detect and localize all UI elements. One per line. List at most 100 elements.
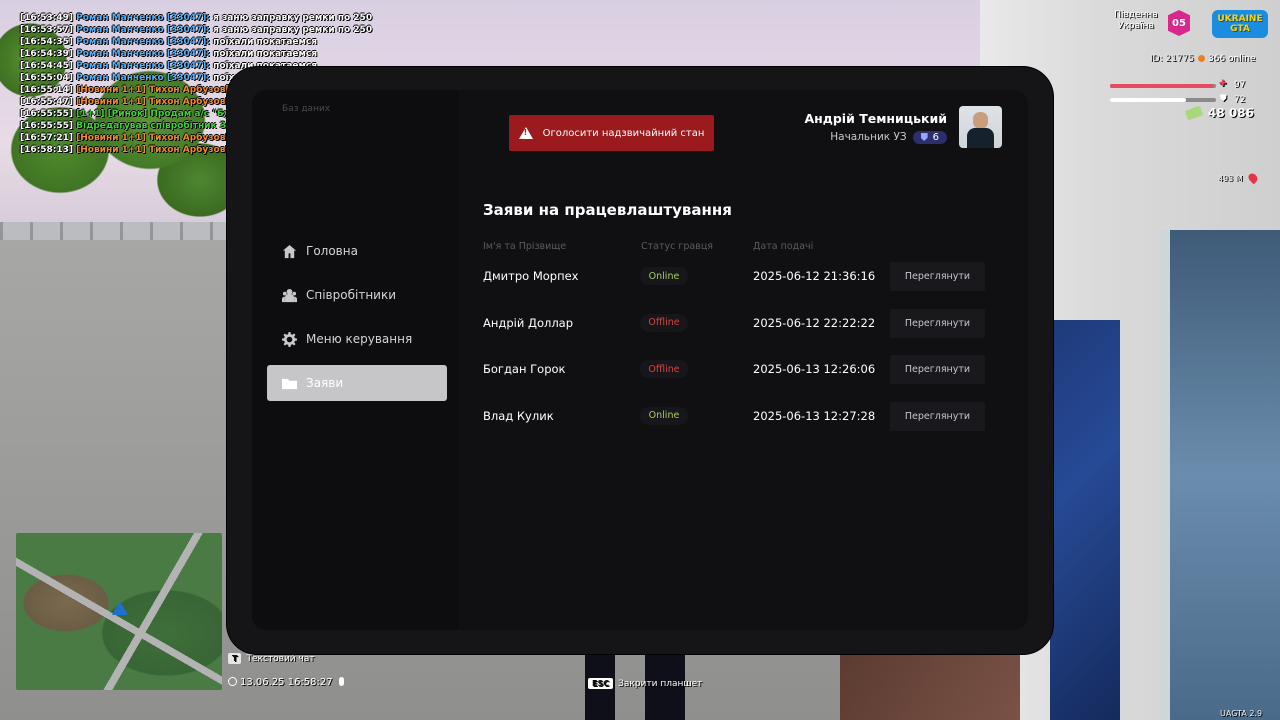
table-row: Влад Кулик Online 2025-06-13 12:27:28 Перег…	[252, 401, 1028, 431]
chat-key: T	[228, 653, 242, 664]
chat-time: [16:53:49]	[20, 13, 73, 23]
applicant-name: Дмитро Морпех	[483, 269, 579, 283]
blue-pillar	[1050, 320, 1120, 720]
chat-time: [16:54:35]	[20, 37, 73, 47]
mic-icon	[338, 677, 344, 686]
cash-icon	[1184, 105, 1204, 121]
status-badge: Offline	[640, 313, 688, 332]
applicant-name: Андрій Доллар	[483, 315, 574, 330]
window-frame	[1160, 230, 1280, 720]
chat-sender: Роман Манченко [33047]:	[76, 61, 211, 71]
chat-time: [16:54:45]	[20, 61, 73, 71]
home-icon	[281, 243, 297, 259]
status-badge: Online	[640, 406, 688, 425]
chat-line: [16:53:49] Роман Манченко [33047]: я зан…	[20, 12, 729, 24]
chat-message: я заню заправку ремки по 250	[213, 25, 373, 35]
chat-time: [16:55:47]	[20, 97, 73, 107]
version-label: UAGTA 2.9	[1220, 709, 1263, 718]
shield-icon	[920, 133, 928, 141]
chat-sender: Роман Манченко [33047]:	[76, 49, 211, 59]
health-bar	[1110, 84, 1216, 88]
warning-icon	[518, 127, 533, 139]
nav-home-label: Головна	[306, 244, 358, 258]
table-row: Андрій Доллар Offline 2025-06-12 22:22:22 П…	[252, 308, 1028, 338]
chat-message: я заню заправку ремки по 250	[213, 13, 373, 23]
clock-icon	[228, 677, 237, 686]
sidebar-header: Баз даних	[282, 104, 331, 114]
armor-bar	[1110, 98, 1216, 102]
money: 48 086	[1184, 105, 1254, 121]
chat-time: [16:55:55]	[20, 121, 73, 131]
text-chat-hint: T Текстовий чат	[228, 653, 315, 664]
user-info: Андрій Темницький Начальник УЗ 6	[804, 111, 947, 144]
chat-line: [16:54:39] Роман Манченко [33047]: поїха…	[20, 48, 729, 60]
logo-line1: UKRAINE	[1217, 14, 1263, 24]
applicant-name: Богдан Горок	[483, 362, 566, 376]
submission-date: 2025-06-12 22:22:22	[753, 315, 876, 330]
column-name: Ім'я та Прізвище	[483, 241, 567, 252]
chat-time: [16:58:13]	[20, 145, 73, 155]
chat-line: [16:54:35] Роман Манченко [33047]: поїха…	[20, 36, 729, 48]
submission-date: 2025-06-12 21:36:16	[753, 269, 876, 283]
view-button[interactable]: Переглянути	[890, 401, 985, 431]
rank-value: 6	[932, 131, 939, 143]
logo-line2: GTA	[1230, 24, 1250, 34]
rank-badge: 6	[912, 130, 947, 144]
submission-date: 2025-06-13 12:27:28	[753, 408, 876, 423]
tablet-screen: Баз даних Головна Співробітники Меню кер…	[252, 90, 1028, 630]
status-badge: Offline	[640, 360, 688, 378]
user-role-row: Начальник УЗ 6	[804, 130, 947, 144]
esc-key: ESC	[588, 678, 614, 689]
region-line1: Південна	[1114, 10, 1158, 20]
view-button[interactable]: Переглянути	[890, 308, 985, 338]
region-line2: Україна	[1117, 21, 1155, 31]
distance-value: 493 M	[1218, 174, 1243, 183]
online-dot-icon	[1198, 55, 1205, 62]
submission-date: 2025-06-13 12:26:06	[753, 362, 876, 376]
chat-sender: Роман Манченко [33047]:	[76, 13, 211, 23]
chat-label: Текстовий чат	[246, 654, 315, 664]
chat-time: [16:55:14]	[20, 85, 73, 95]
region-badge: 05	[1168, 10, 1190, 36]
view-button[interactable]: Переглянути	[890, 355, 985, 384]
table-row: Богдан Горок Offline 2025-06-13 12:26:06 Пе…	[252, 354, 1028, 384]
health-icon: ✚	[1219, 79, 1227, 89]
chat-time: [16:53:57]	[20, 25, 73, 35]
declare-emergency-button[interactable]: Оголосити надзвичайний стан	[509, 115, 714, 151]
chat-sender: Роман Манченко [33047]:	[76, 25, 211, 35]
column-status: Статус гравця	[641, 241, 714, 252]
server-logo: UKRAINE GTA	[1212, 10, 1268, 38]
chat-time: [16:55:04]	[20, 73, 73, 83]
chat-time: [16:55:55]	[20, 109, 73, 119]
page-title: Заяви на працевлаштування	[483, 201, 732, 219]
chat-message: поїхали покатаемся	[213, 49, 317, 59]
close-tablet-hint[interactable]: ESC Закрити планшет	[588, 678, 702, 689]
health-fill	[1110, 84, 1213, 88]
column-date: Дата подачі	[753, 241, 814, 252]
chat-sender: Роман Манченко [33047]:	[76, 73, 211, 83]
user-role: Начальник УЗ	[830, 131, 907, 143]
chat-time: [16:54:39]	[20, 49, 73, 59]
chat-line: [16:53:57] Роман Манченко [33047]: я зан…	[20, 24, 729, 36]
status-badge: Online	[640, 267, 688, 285]
tablet: Баз даних Головна Співробітники Меню кер…	[227, 67, 1053, 654]
emergency-label: Оголосити надзвичайний стан	[542, 127, 705, 139]
chat-message: поїхали покатаемся	[213, 37, 317, 47]
online-count: 366 online	[1198, 54, 1256, 64]
player-id: ID: 21775	[1150, 54, 1195, 64]
datetime-value: 13.06.25 16:58:27	[240, 677, 333, 688]
avatar	[959, 106, 1002, 148]
applicant-name: Влад Кулик	[483, 408, 554, 423]
view-button[interactable]: Переглянути	[890, 262, 985, 291]
user-profile: Андрій Темницький Начальник УЗ 6	[804, 106, 1002, 148]
online-text: 366 online	[1208, 54, 1256, 64]
region-label: Південна Україна	[1110, 10, 1162, 32]
player-arrow-icon	[112, 601, 128, 615]
health-value: 97	[1234, 80, 1246, 90]
money-value: 48 086	[1208, 106, 1254, 120]
chat-sender: Роман Манченко [33047]:	[76, 37, 211, 47]
datetime: 13.06.25 16:58:27	[228, 677, 344, 688]
armor-icon: ⛊	[1220, 94, 1227, 104]
minimap	[16, 533, 222, 690]
table-row: Дмитро Морпех Online 2025-06-12 21:36:16 Пе…	[252, 261, 1028, 291]
